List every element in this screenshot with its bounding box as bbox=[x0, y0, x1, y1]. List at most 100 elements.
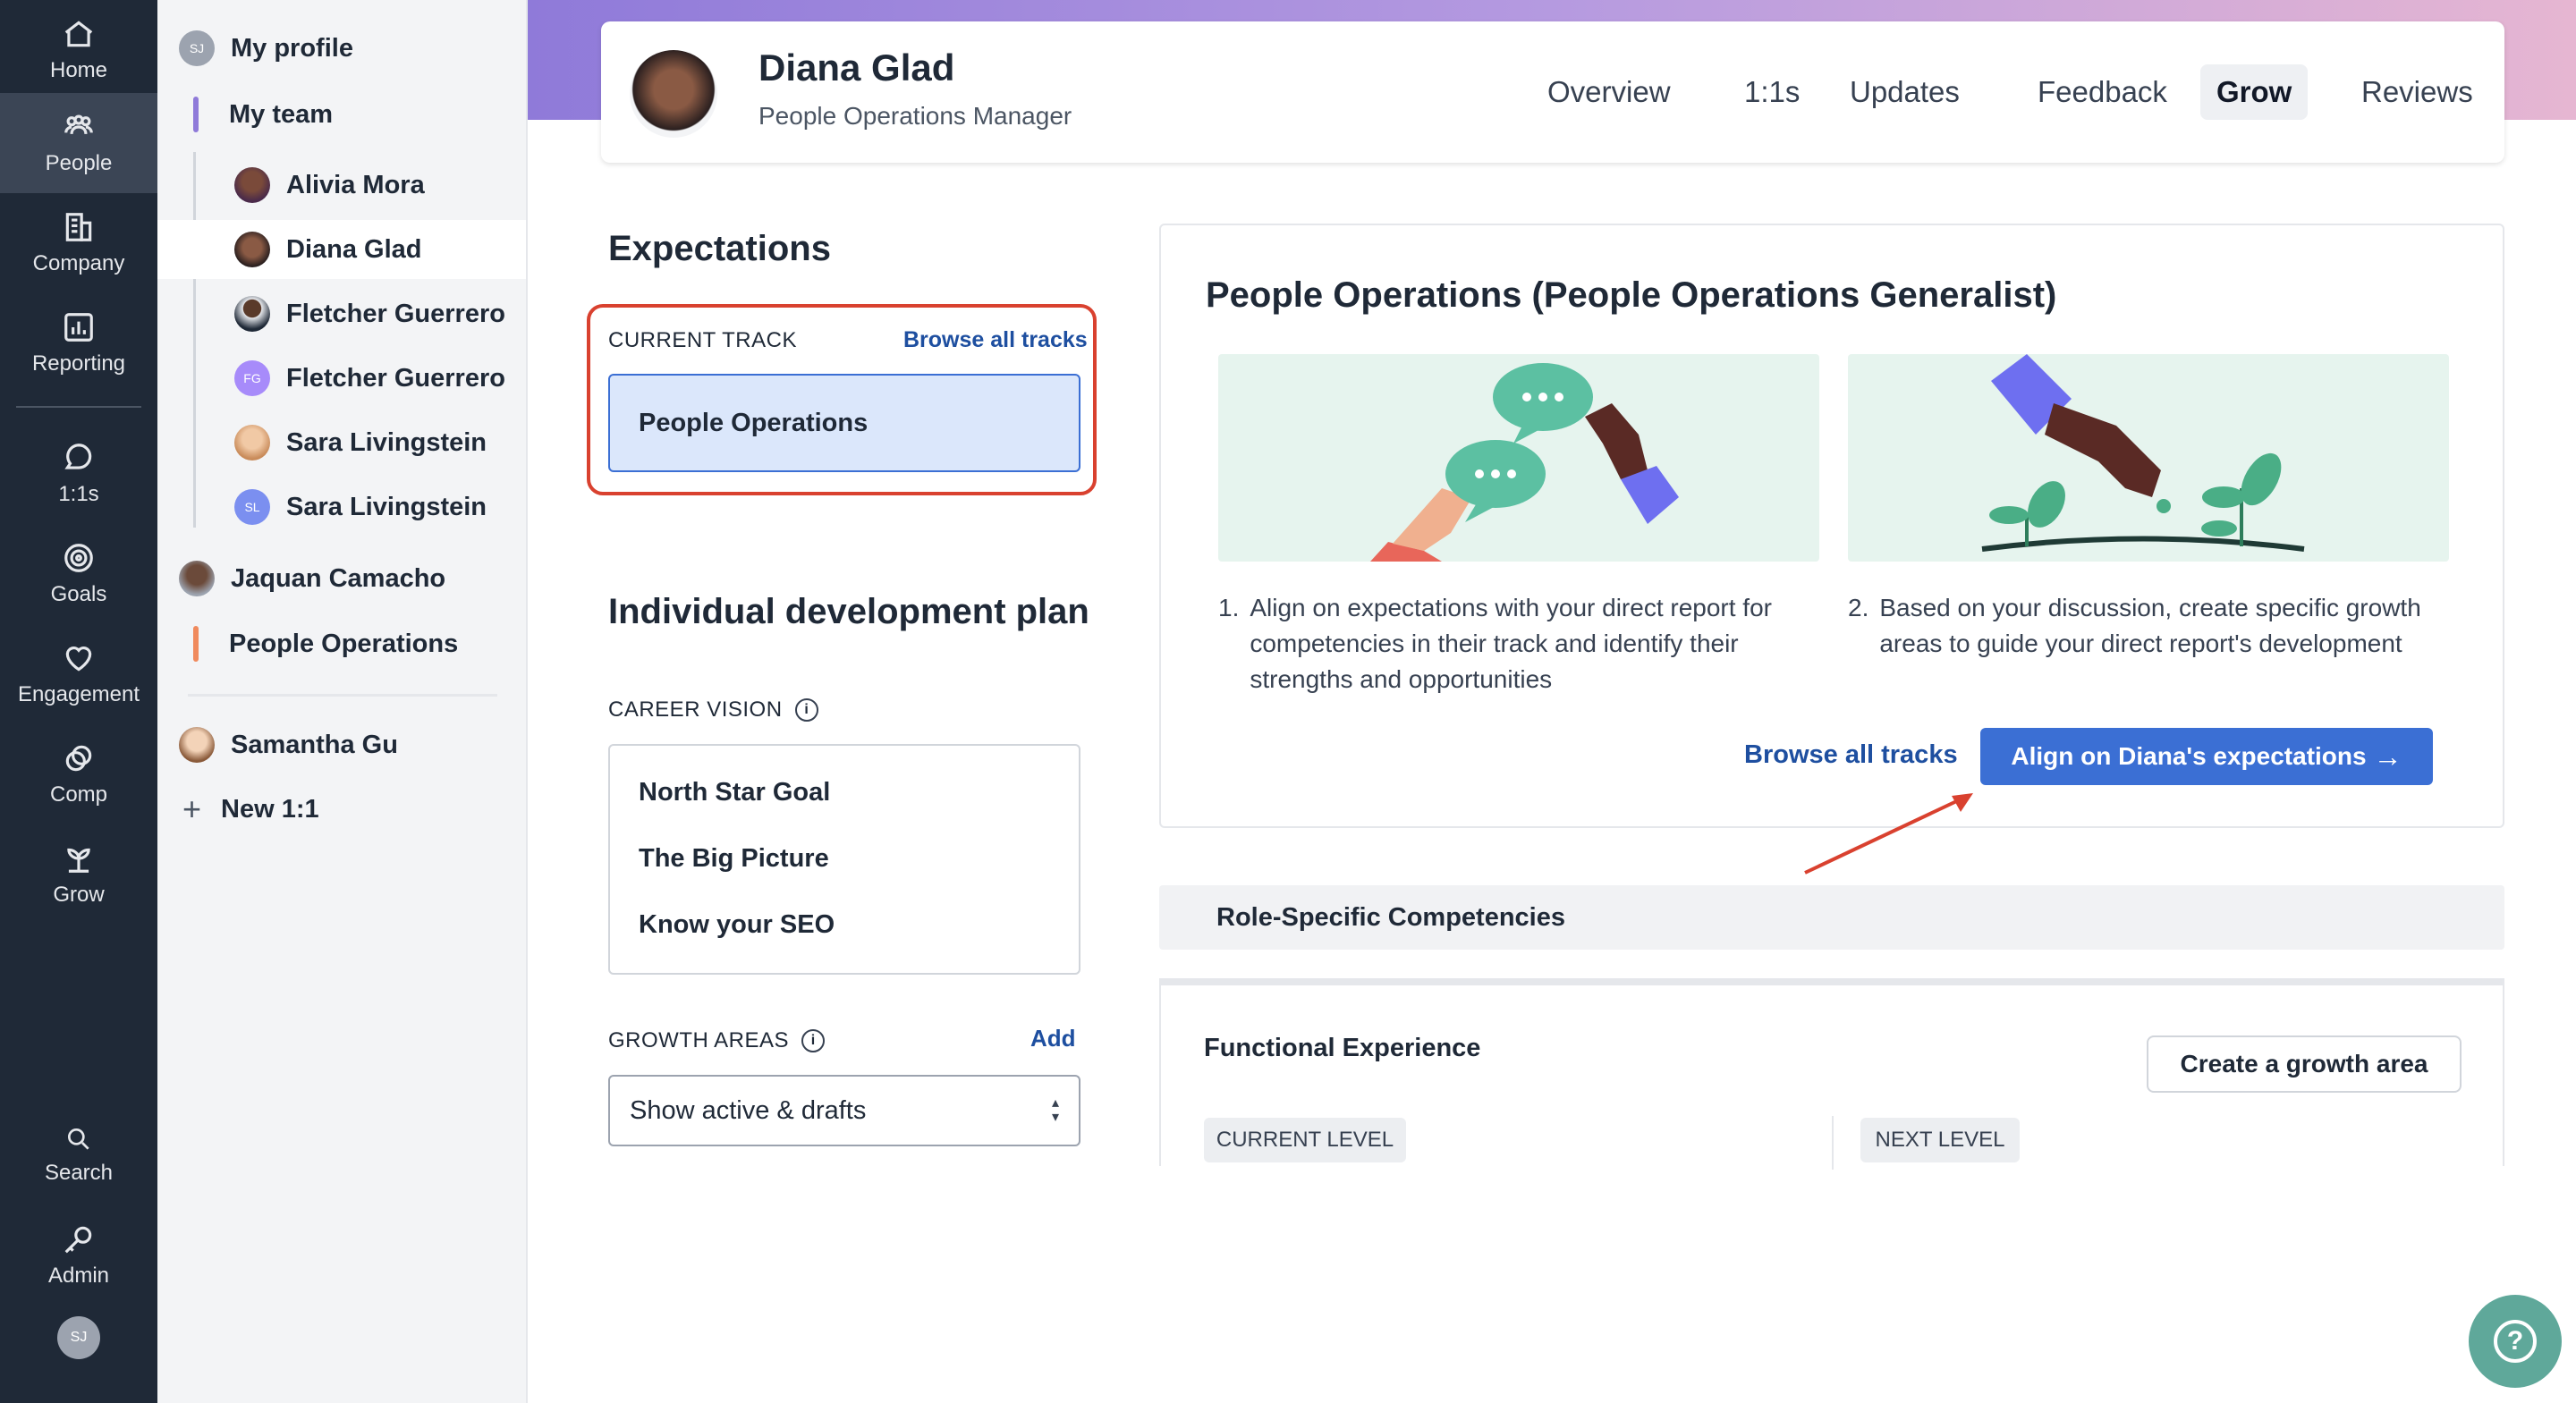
rail-home-label: Home bbox=[49, 58, 108, 82]
coins-icon bbox=[65, 745, 92, 772]
annotation-arrow-icon bbox=[1804, 793, 1973, 875]
team-member[interactable]: SL Sara Livingstein bbox=[234, 488, 487, 526]
rail-home[interactable]: Home bbox=[0, 0, 157, 100]
rail-engagement[interactable]: Engagement bbox=[0, 624, 157, 724]
rail-comp-label: Comp bbox=[49, 782, 108, 807]
align-expectations-button[interactable]: Align on Diana's expectations → bbox=[1980, 728, 2433, 785]
growth-areas-label: GROWTH AREAS bbox=[608, 1028, 790, 1052]
info-icon[interactable]: i bbox=[801, 1029, 826, 1052]
team-marker bbox=[193, 97, 199, 132]
tab-overview[interactable]: Overview bbox=[1531, 64, 1687, 120]
user-avatar[interactable]: SJ bbox=[57, 1316, 100, 1359]
team-member[interactable]: Fletcher Guerrero bbox=[234, 295, 505, 333]
info-icon[interactable]: i bbox=[794, 698, 818, 722]
rail-grow-label: Grow bbox=[53, 883, 105, 907]
rail-people[interactable]: People bbox=[0, 93, 157, 193]
avatar bbox=[234, 167, 270, 203]
current-level-tag: CURRENT LEVEL bbox=[1204, 1118, 1406, 1162]
sidebar-divider bbox=[188, 694, 497, 697]
rail-grow[interactable]: Grow bbox=[0, 824, 157, 925]
rail-search-label: Search bbox=[44, 1161, 114, 1185]
team-member-selected[interactable]: Diana Glad bbox=[234, 231, 422, 268]
search-icon bbox=[68, 1128, 89, 1150]
tab-updates[interactable]: Updates bbox=[1834, 64, 1976, 120]
career-vision-item[interactable]: The Big Picture bbox=[639, 844, 829, 874]
profile-title: People Operations Manager bbox=[758, 102, 1072, 130]
target-icon bbox=[64, 544, 93, 572]
department-link[interactable]: People Operations bbox=[229, 624, 458, 663]
rail-company[interactable]: Company bbox=[0, 193, 157, 293]
idp-heading: Individual development plan bbox=[608, 592, 1089, 631]
avatar bbox=[234, 296, 270, 332]
my-profile-link[interactable]: SJ My profile bbox=[179, 29, 353, 68]
competency-title: Functional Experience bbox=[1204, 1034, 1481, 1062]
rail-search[interactable]: Search bbox=[0, 1105, 157, 1205]
step-1-number: 1. bbox=[1218, 594, 1240, 621]
tab-one-on-ones[interactable]: 1:1s bbox=[1728, 64, 1816, 120]
team-member-name: Diana Glad bbox=[286, 234, 422, 264]
rail-company-label: Company bbox=[32, 251, 125, 275]
competency-card: Functional Experience Create a growth ar… bbox=[1159, 978, 2504, 1170]
my-team-link[interactable]: My team bbox=[229, 95, 333, 134]
conversation-illustration bbox=[1218, 354, 1819, 562]
current-track-field[interactable]: People Operations bbox=[608, 374, 1080, 472]
browse-tracks-link-small[interactable]: Browse all tracks bbox=[903, 327, 1088, 353]
rail-engagement-label: Engagement bbox=[17, 682, 140, 706]
next-level-tag: NEXT LEVEL bbox=[1860, 1118, 2020, 1162]
avatar: SJ bbox=[179, 30, 215, 66]
step-2-number: 2. bbox=[1848, 594, 1869, 621]
tab-grow[interactable]: Grow bbox=[2200, 64, 2309, 120]
rail-people-label: People bbox=[45, 151, 113, 175]
filter-value: Show active & drafts bbox=[630, 1095, 867, 1125]
tab-reviews[interactable]: Reviews bbox=[2345, 64, 2489, 120]
team-tree-line bbox=[193, 152, 196, 528]
current-track-label: CURRENT TRACK bbox=[608, 328, 797, 352]
step-2-text: Based on your discussion, create specifi… bbox=[1879, 594, 2421, 657]
team-member[interactable]: Sara Livingstein bbox=[234, 424, 487, 461]
career-vision-label: CAREER VISION bbox=[608, 697, 783, 722]
reporting-icon bbox=[64, 313, 93, 342]
team-member-name: Alivia Mora bbox=[286, 170, 425, 199]
select-arrows-icon: ▴ ▾ bbox=[1051, 1095, 1059, 1125]
speech-bubbles-icon bbox=[1370, 363, 1679, 562]
add-growth-area-link[interactable]: Add bbox=[1030, 1025, 1076, 1052]
manager-link[interactable]: Jaquan Camacho bbox=[179, 560, 445, 597]
chat-icon bbox=[64, 444, 92, 469]
team-member-name: Fletcher Guerrero bbox=[286, 363, 505, 393]
avatar: SL bbox=[234, 489, 270, 525]
manager-name: Jaquan Camacho bbox=[231, 563, 446, 593]
step-2: 2. Based on your discussion, create spec… bbox=[1848, 590, 2449, 662]
avatar: FG bbox=[234, 360, 270, 396]
colleague-link[interactable]: Samantha Gu bbox=[179, 726, 398, 764]
career-vision-item[interactable]: North Star Goal bbox=[639, 778, 830, 807]
new-one-on-one-button[interactable]: + New 1:1 bbox=[182, 790, 319, 828]
create-growth-area-button[interactable]: Create a growth area bbox=[2147, 1035, 2462, 1093]
rail-one-on-ones[interactable]: 1:1s bbox=[0, 424, 157, 524]
rail-admin[interactable]: Admin bbox=[0, 1205, 157, 1306]
team-member[interactable]: FG Fletcher Guerrero bbox=[234, 359, 505, 397]
growth-areas-label-row: GROWTH AREAS i bbox=[608, 1028, 826, 1053]
browse-all-tracks-link[interactable]: Browse all tracks bbox=[1744, 740, 1958, 770]
rail-reporting[interactable]: Reporting bbox=[0, 293, 157, 393]
rail-one-on-ones-label: 1:1s bbox=[58, 482, 99, 506]
growth-areas-filter-select[interactable]: Show active & drafts ▴ ▾ bbox=[608, 1075, 1080, 1146]
home-icon bbox=[64, 21, 93, 47]
rail-divider bbox=[16, 406, 141, 408]
avatar bbox=[234, 425, 270, 461]
track-card-title: People Operations (People Operations Gen… bbox=[1206, 275, 2057, 315]
my-profile-label: My profile bbox=[231, 33, 353, 63]
column-divider bbox=[1832, 1116, 1834, 1170]
career-vision-item[interactable]: Know your SEO bbox=[639, 910, 835, 940]
competencies-section-header[interactable]: Role-Specific Competencies bbox=[1159, 885, 2504, 950]
team-member[interactable]: Alivia Mora bbox=[234, 166, 425, 204]
tab-feedback[interactable]: Feedback bbox=[2021, 64, 2183, 120]
align-button-label: Align on Diana's expectations bbox=[2011, 742, 2367, 770]
plant-icon bbox=[67, 848, 90, 873]
rail-comp[interactable]: Comp bbox=[0, 724, 157, 824]
rail-admin-label: Admin bbox=[47, 1264, 110, 1288]
help-icon: ? bbox=[2494, 1320, 2537, 1363]
help-button[interactable]: ? bbox=[2469, 1295, 2562, 1388]
rail-goals[interactable]: Goals bbox=[0, 524, 157, 624]
heart-icon bbox=[65, 647, 92, 672]
rail-reporting-label: Reporting bbox=[31, 351, 126, 376]
